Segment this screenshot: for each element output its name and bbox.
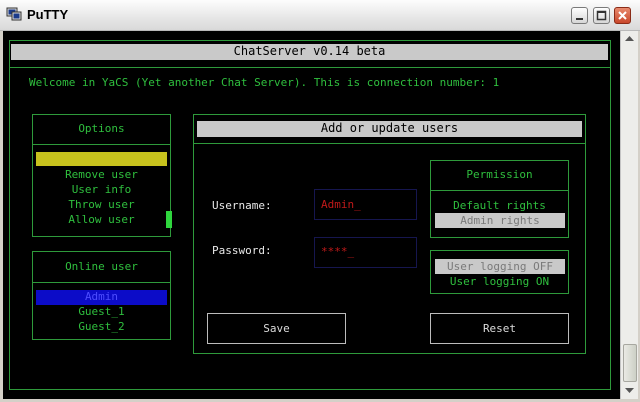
online-users-title: Online user <box>65 260 138 273</box>
password-input[interactable]: ****_ <box>314 237 417 268</box>
options-item-selected[interactable] <box>36 152 167 166</box>
options-scroll-indicator[interactable] <box>166 211 172 228</box>
maximize-button[interactable] <box>593 7 610 24</box>
options-title: Options <box>78 122 125 135</box>
options-item-throw-user[interactable]: Throw user <box>32 198 171 212</box>
welcome-message: Welcome in YaCS (Yet another Chat Server… <box>29 76 500 89</box>
options-divider <box>32 144 171 145</box>
terminal-area[interactable]: ChatServer v0.14 beta Welcome in YaCS (Y… <box>3 31 620 399</box>
vertical-scrollbar[interactable] <box>620 31 638 399</box>
close-icon <box>618 11 627 20</box>
logging-off-option[interactable]: User logging OFF <box>435 259 565 274</box>
scroll-down-arrow-icon[interactable] <box>625 387 634 394</box>
header-divider <box>9 67 611 68</box>
dialog-title: Add or update users <box>197 121 582 137</box>
username-label: Username: <box>212 199 272 212</box>
minimize-button[interactable] <box>571 7 588 24</box>
options-item-remove-user[interactable]: Remove user <box>32 168 171 182</box>
putty-app-icon[interactable] <box>6 7 22 21</box>
minimize-icon <box>576 18 583 20</box>
window-title: PuTTY <box>27 7 69 22</box>
online-user-guest-1[interactable]: Guest_1 <box>32 305 171 319</box>
close-button[interactable] <box>614 7 631 24</box>
online-user-guest-2[interactable]: Guest_2 <box>32 320 171 334</box>
password-label: Password: <box>212 244 272 257</box>
save-button[interactable]: Save <box>207 313 346 344</box>
online-users-divider <box>32 282 171 283</box>
window-titlebar[interactable]: PuTTY <box>0 0 640 31</box>
permission-default-rights[interactable]: Default rights <box>430 199 569 213</box>
scroll-up-arrow-icon[interactable] <box>625 35 634 42</box>
logging-on-option[interactable]: User logging ON <box>430 275 569 289</box>
reset-button[interactable]: Reset <box>430 313 569 344</box>
username-input[interactable]: Admin_ <box>314 189 417 220</box>
options-item-user-info[interactable]: User info <box>32 183 171 197</box>
maximize-icon <box>596 10 607 21</box>
permission-title: Permission <box>466 168 533 181</box>
online-user-selected[interactable]: Admin <box>36 290 167 305</box>
permission-divider <box>430 190 569 191</box>
permission-admin-rights[interactable]: Admin rights <box>435 213 565 228</box>
server-header-bar: ChatServer v0.14 beta <box>11 44 608 60</box>
options-item-allow-user[interactable]: Allow user <box>32 213 171 227</box>
scrollbar-thumb[interactable] <box>623 344 637 382</box>
dialog-divider <box>193 143 586 144</box>
